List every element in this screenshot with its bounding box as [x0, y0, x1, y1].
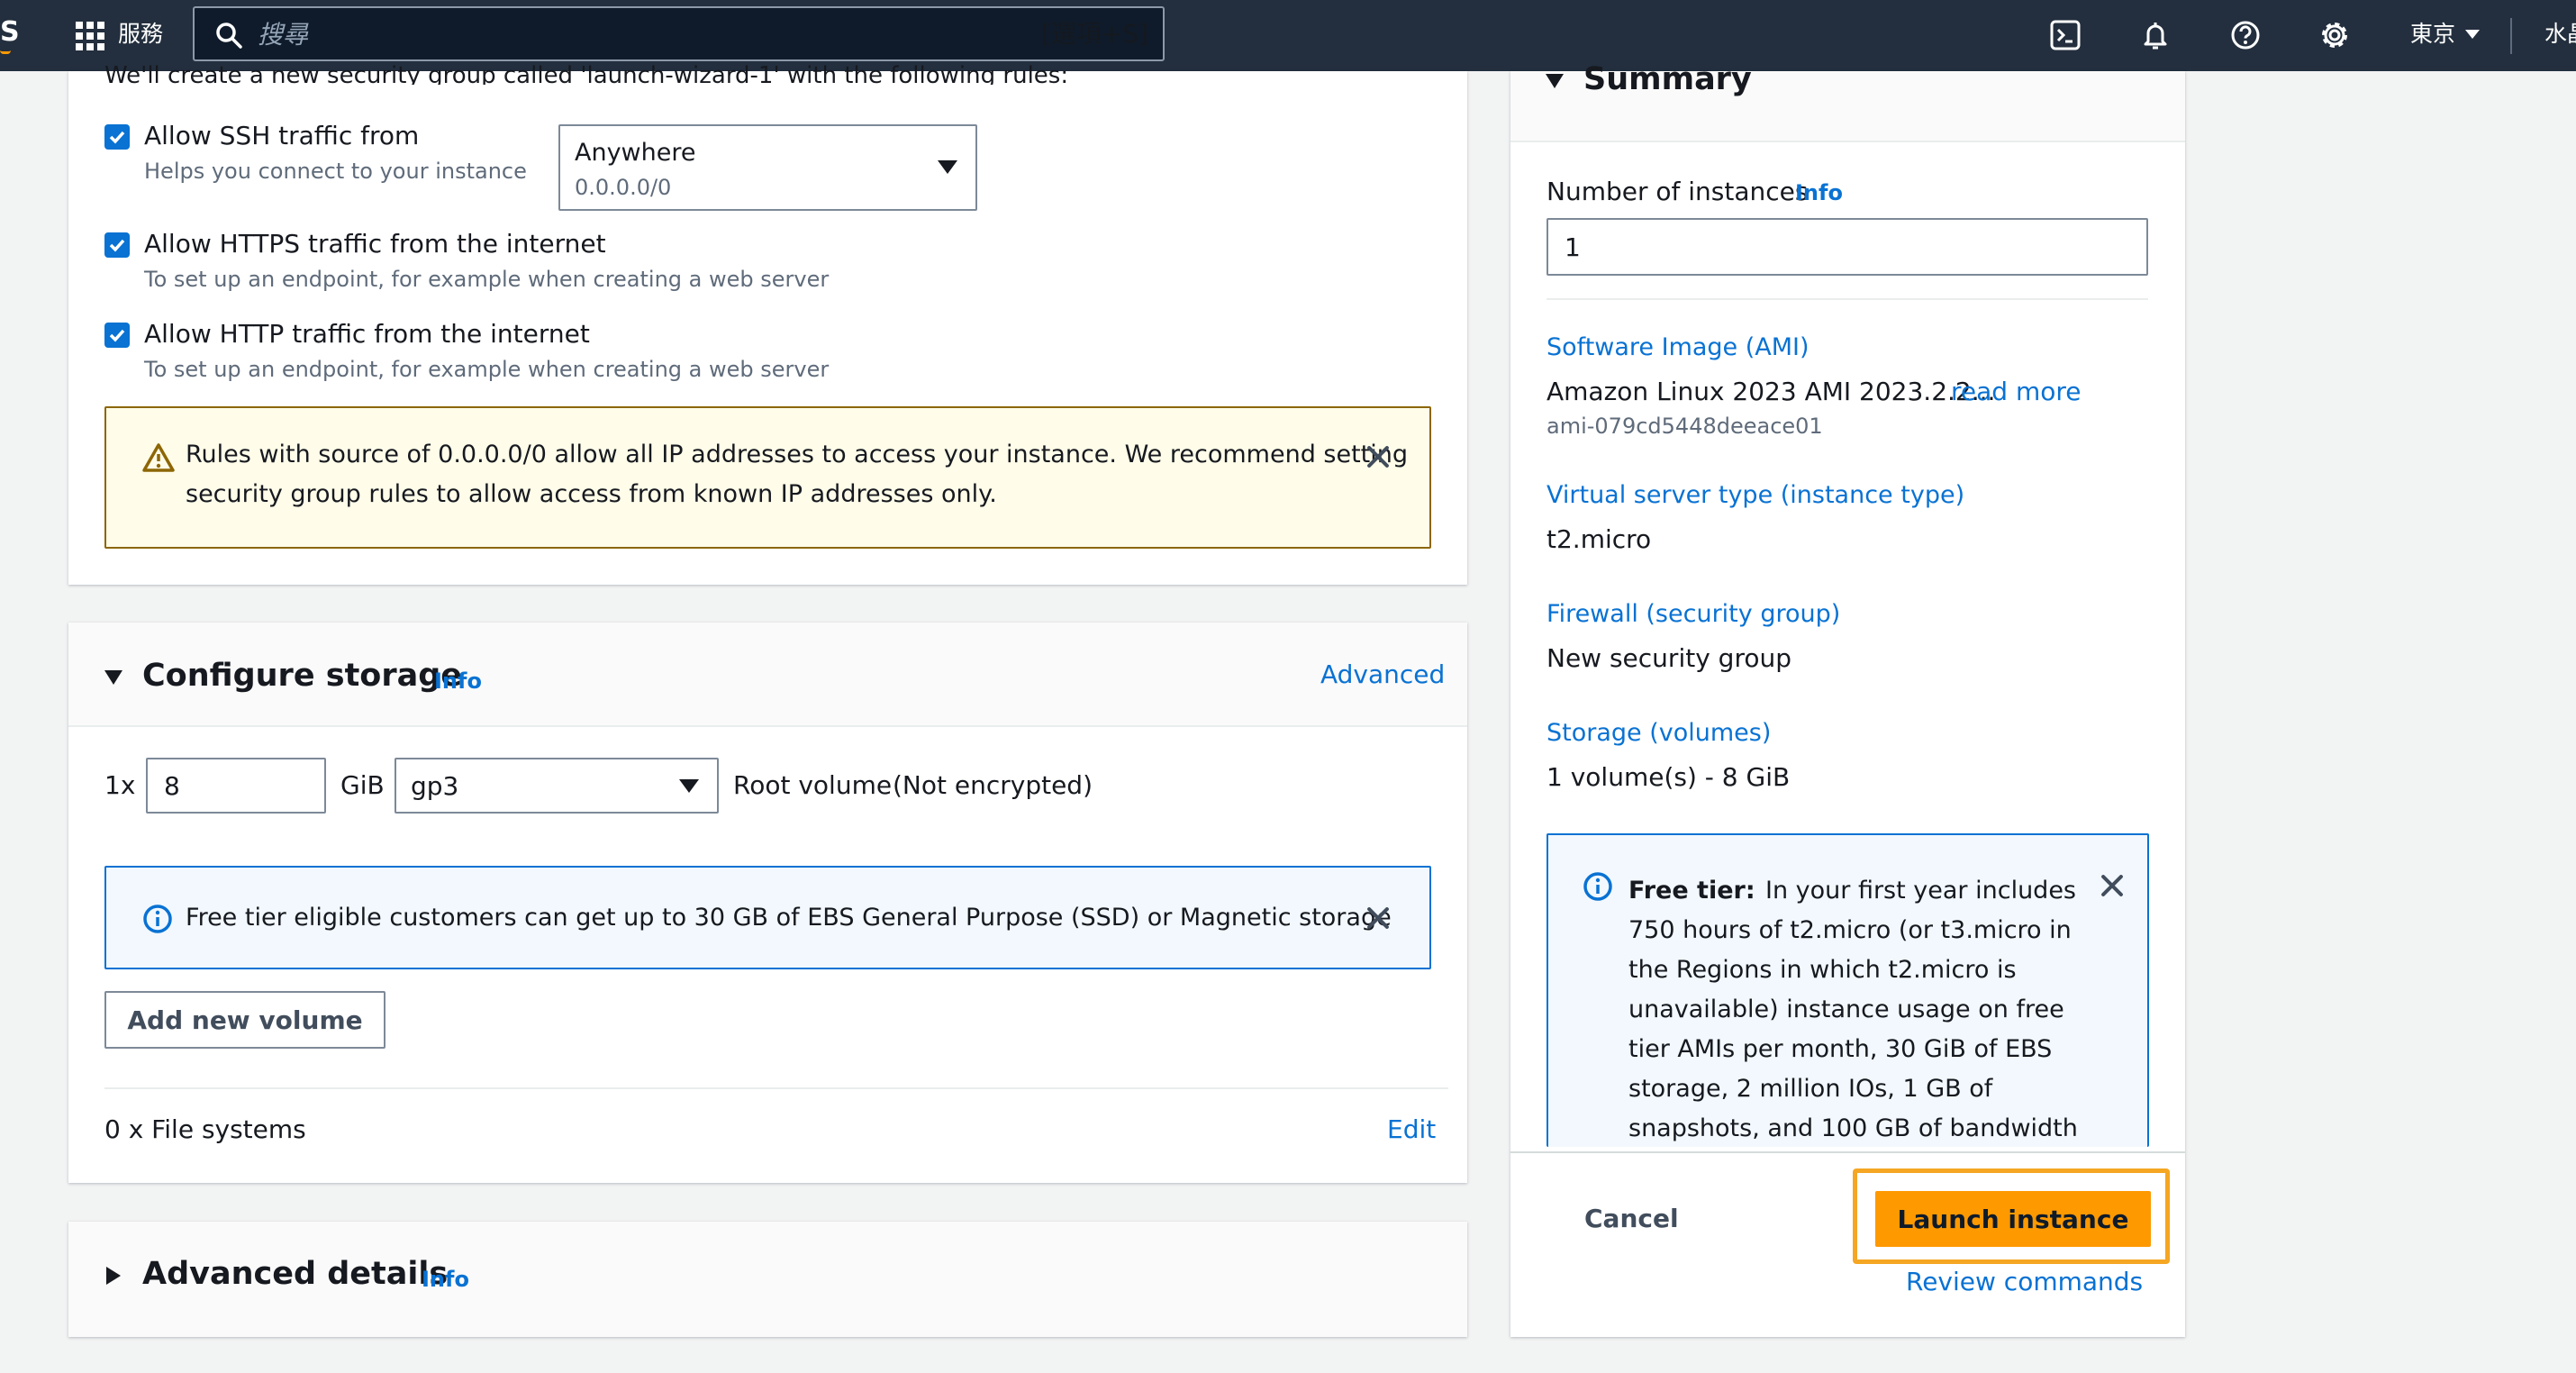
dismiss-info-close-icon[interactable]	[1364, 904, 1392, 932]
account-menu[interactable]: 水晶	[2544, 18, 2576, 50]
https-checkbox[interactable]	[104, 232, 130, 258]
launch-instance-button[interactable]: Launch instance	[1875, 1191, 2151, 1247]
storage-link[interactable]: Storage (volumes)	[1547, 719, 1771, 747]
ssh-source-select[interactable]: Anywhere 0.0.0.0/0	[558, 124, 977, 211]
ami-read-more-link[interactable]: read more	[1951, 377, 2081, 406]
security-group-intro: We'll create a new security group called…	[104, 62, 1069, 85]
storage-value: 1 volume(s) - 8 GiB	[1547, 762, 1791, 792]
firewall-value: New security group	[1547, 643, 1791, 673]
checkmark-icon	[109, 329, 125, 342]
help-icon[interactable]	[2228, 18, 2263, 52]
nav-separator	[2510, 18, 2512, 54]
aws-logo[interactable]: S	[0, 16, 20, 54]
chevron-down-icon	[2465, 30, 2481, 39]
https-label: Allow HTTPS traffic from the internet	[144, 229, 606, 259]
volume-multiplier: 1x	[104, 770, 136, 800]
volume-unit: GiB	[340, 770, 385, 800]
volume-type-select[interactable]: gp3	[395, 758, 719, 814]
settings-gear-icon[interactable]	[2317, 18, 2352, 52]
cloudshell-icon[interactable]	[2048, 18, 2082, 52]
review-commands-link[interactable]: Review commands	[1906, 1267, 2143, 1296]
volume-type-value: gp3	[411, 771, 459, 801]
https-description: To set up an endpoint, for example when …	[144, 267, 830, 292]
add-new-volume-button[interactable]: Add new volume	[104, 991, 385, 1049]
free-tier-line-6: storage, 2 million IOs, 1 GB of	[1628, 1075, 1993, 1103]
collapse-caret-icon[interactable]	[104, 670, 122, 685]
warning-triangle-icon	[142, 443, 175, 472]
ssh-checkbox[interactable]	[104, 124, 130, 150]
free-tier-line-4: unavailable) instance usage on free	[1628, 996, 2064, 1023]
instance-type-value: t2.micro	[1547, 524, 1652, 554]
search-input[interactable]	[258, 14, 1068, 55]
root-volume-label: Root volume	[733, 770, 893, 800]
storage-advanced-link[interactable]: Advanced	[1320, 659, 1445, 689]
dropdown-caret-icon	[938, 160, 957, 174]
info-circle-icon	[1583, 872, 1612, 901]
services-grid-icon[interactable]	[76, 22, 104, 50]
dropdown-caret-icon	[679, 779, 699, 793]
region-selector[interactable]: 東京	[2410, 18, 2481, 50]
checkmark-icon	[109, 131, 125, 144]
free-tier-line-2: 750 hours of t2.micro (or t3.micro in	[1628, 916, 2072, 944]
instances-count-input[interactable]	[1547, 218, 2148, 276]
instance-type-link[interactable]: Virtual server type (instance type)	[1547, 481, 1964, 509]
ssh-label: Allow SSH traffic from	[144, 121, 420, 150]
ami-link[interactable]: Software Image (AMI)	[1547, 333, 1810, 361]
ssh-description: Helps you connect to your instance	[144, 159, 527, 184]
free-tier-storage-alert: Free tier eligible customers can get up …	[104, 866, 1431, 969]
services-menu[interactable]: 服務	[118, 18, 163, 50]
storage-divider	[104, 1087, 1448, 1089]
free-tier-line-1: In your first year includes	[1765, 877, 2077, 905]
ami-value: Amazon Linux 2023 AMI 2023.2.2...	[1547, 377, 1996, 406]
free-tier-storage-text: Free tier eligible customers can get up …	[186, 904, 1392, 932]
collapse-caret-icon[interactable]	[1546, 74, 1564, 88]
free-tier-line-3: the Regions in which t2.micro is	[1628, 956, 2017, 984]
dismiss-free-tier-close-icon[interactable]	[2098, 871, 2127, 900]
file-systems-label: 0 x File systems	[104, 1114, 306, 1144]
storage-info-link[interactable]: Info	[434, 668, 482, 694]
search-box[interactable]: [選項+S]	[193, 6, 1165, 61]
ssh-source-cidr: 0.0.0.0/0	[575, 175, 672, 200]
instances-label: Number of instances	[1547, 177, 1809, 206]
dismiss-warning-close-icon[interactable]	[1364, 442, 1392, 471]
info-circle-icon	[143, 905, 172, 933]
ami-id: ami-079cd5448deeace01	[1547, 414, 1823, 439]
summary-footer-divider	[1510, 1151, 2185, 1153]
open-access-warning: Rules with source of 0.0.0.0/0 allow all…	[104, 406, 1431, 549]
firewall-link[interactable]: Firewall (security group)	[1547, 600, 1840, 628]
instances-info-link[interactable]: Info	[1795, 180, 1843, 205]
ssh-source-value: Anywhere	[575, 139, 696, 167]
free-tier-title: Free tier:	[1628, 877, 1755, 905]
file-systems-edit-link[interactable]: Edit	[1387, 1114, 1436, 1144]
warning-line-2: security group rules to allow access fro…	[186, 480, 997, 508]
free-tier-line-5: tier AMIs per month, 30 GiB of EBS	[1628, 1035, 2053, 1063]
search-icon	[216, 23, 242, 49]
encryption-status: (Not encrypted)	[893, 770, 1093, 800]
configure-storage-title: Configure storage	[142, 658, 463, 694]
free-tier-summary-alert: Free tier: In your first year includes 7…	[1547, 833, 2149, 1147]
search-shortcut-hint: [選項+S]	[1040, 19, 1148, 49]
http-description: To set up an endpoint, for example when …	[144, 357, 830, 382]
advanced-details-title: Advanced details	[142, 1256, 449, 1292]
http-label: Allow HTTP traffic from the internet	[144, 319, 590, 349]
expand-caret-icon[interactable]	[106, 1267, 121, 1285]
free-tier-line-7: snapshots, and 100 GB of bandwidth	[1628, 1114, 2078, 1142]
cancel-button[interactable]: Cancel	[1584, 1204, 1679, 1233]
advanced-details-info-link[interactable]: Info	[422, 1267, 469, 1292]
checkmark-icon	[109, 239, 125, 252]
http-checkbox[interactable]	[104, 323, 130, 348]
notifications-bell-icon[interactable]	[2138, 18, 2172, 52]
volume-size-input[interactable]	[146, 758, 326, 814]
warning-line-1: Rules with source of 0.0.0.0/0 allow all…	[186, 441, 1409, 468]
summary-title: Summary	[1583, 61, 1752, 97]
summary-divider	[1547, 298, 2148, 300]
